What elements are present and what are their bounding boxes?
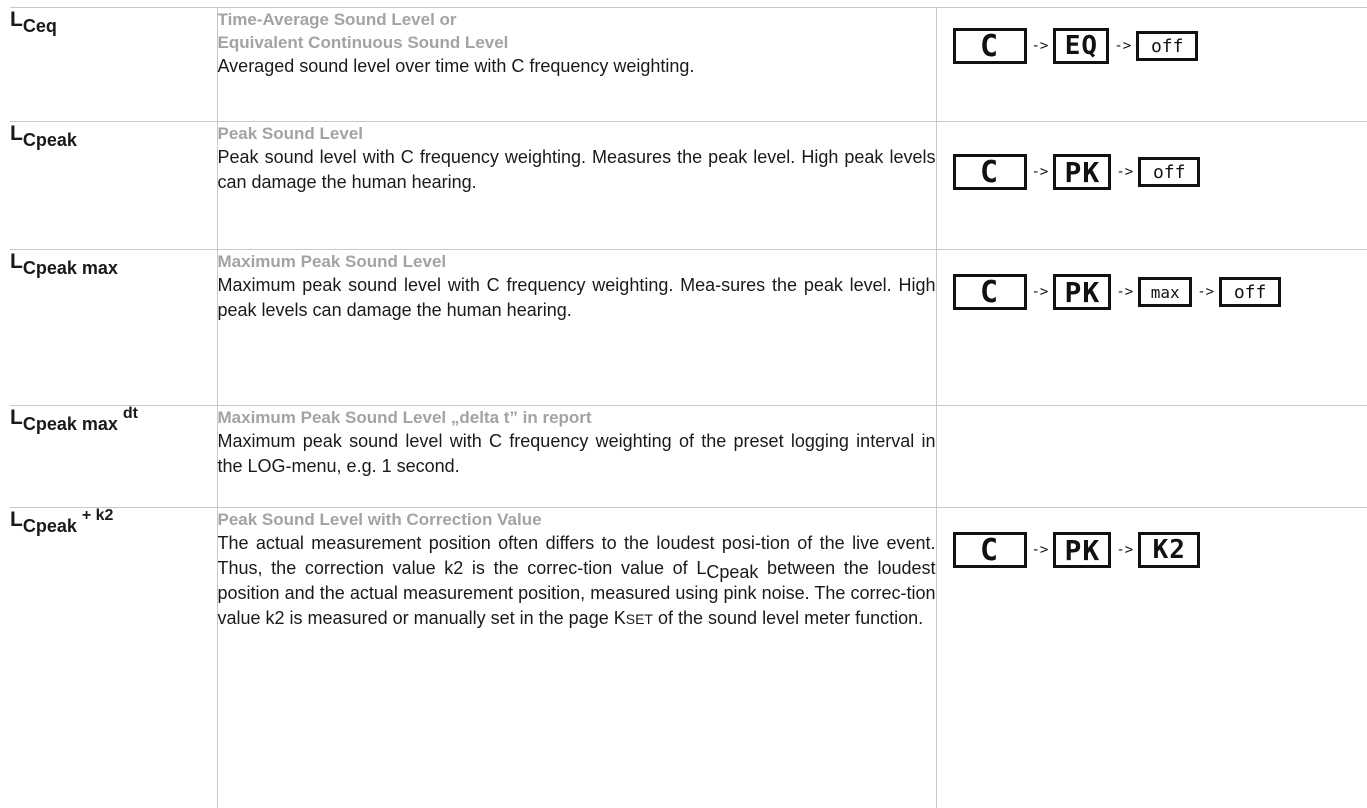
parameter-heading: Maximum Peak Sound Level „delta t” in re…	[218, 406, 936, 429]
parameter-description: Averaged sound level over time with C fr…	[218, 54, 936, 79]
parameter-table: LCeq Time-Average Sound Level or Equival…	[10, 7, 1367, 808]
lcd-display-c: C	[953, 28, 1027, 64]
description-cell: Peak Sound Level Peak sound level with C…	[217, 122, 936, 250]
parameter-heading: Maximum Peak Sound Level	[218, 250, 936, 273]
symbol-subscript: Cpeak max	[23, 258, 118, 278]
symbol-l: L	[10, 508, 23, 531]
table-row: LCpeak max Maximum Peak Sound Level Maxi…	[10, 250, 1367, 406]
display-sequence-cell: C -> PK -> max -> off	[936, 250, 1367, 406]
symbol-cell: LCpeak max	[10, 250, 217, 406]
parameter-heading: Peak Sound Level with Correction Value	[218, 508, 936, 531]
description-cell: Maximum Peak Sound Level „delta t” in re…	[217, 406, 936, 508]
arrow-icon: ->	[1116, 284, 1133, 300]
symbol-subscript: Cpeak	[23, 130, 77, 150]
description-cell: Time-Average Sound Level or Equivalent C…	[217, 8, 936, 122]
display-sequence-cell	[936, 406, 1367, 508]
arrow-icon: ->	[1032, 164, 1049, 180]
table-row: LCeq Time-Average Sound Level or Equival…	[10, 8, 1367, 122]
parameter-description: Maximum peak sound level with C frequenc…	[218, 273, 936, 323]
heading-line: Maximum Peak Sound Level	[218, 250, 936, 273]
parameter-heading: Peak Sound Level	[218, 122, 936, 145]
description-text: of the sound level meter function.	[653, 608, 923, 628]
parameter-description: The actual measurement position often di…	[218, 531, 936, 632]
inline-symbol-subscript: Cpeak	[706, 562, 758, 582]
symbol-l: L	[10, 8, 23, 31]
table-row: LCpeak Peak Sound Level Peak sound level…	[10, 122, 1367, 250]
table-row: LCpeak max dt Maximum Peak Sound Level „d…	[10, 406, 1367, 508]
symbol-cell: LCpeak	[10, 122, 217, 250]
heading-line: Time-Average Sound Level or	[218, 8, 936, 31]
symbol-cell: LCeq	[10, 8, 217, 122]
lcd-display-c: C	[953, 274, 1027, 310]
parameter-heading: Time-Average Sound Level or Equivalent C…	[218, 8, 936, 54]
inline-symbol-l: L	[696, 558, 706, 578]
description-cell: Maximum Peak Sound Level Maximum peak so…	[217, 250, 936, 406]
heading-line: Equivalent Continuous Sound Level	[218, 31, 936, 54]
display-sequence: C -> EQ -> off	[937, 8, 1367, 66]
parameter-description: Maximum peak sound level with C frequenc…	[218, 429, 936, 479]
symbol-l: L	[10, 406, 23, 429]
symbol-subscript: Cpeak	[23, 516, 77, 536]
arrow-icon: ->	[1032, 38, 1049, 54]
display-sequence: C -> PK -> off	[937, 122, 1367, 192]
arrow-icon: ->	[1116, 164, 1133, 180]
symbol-l: L	[10, 122, 23, 145]
lcd-display-off: off	[1136, 31, 1198, 61]
parameter-description: Peak sound level with C frequency weight…	[218, 145, 936, 195]
symbol-superscript: dt	[123, 405, 138, 422]
kset-k: K	[614, 608, 626, 628]
lcd-display-pk: PK	[1053, 274, 1111, 310]
symbol-l: L	[10, 250, 23, 273]
display-sequence-cell: C -> PK -> K2	[936, 508, 1367, 808]
arrow-icon: ->	[1114, 38, 1131, 54]
table-row: LCpeak+ k2 Peak Sound Level with Correct…	[10, 508, 1367, 808]
arrow-icon: ->	[1116, 542, 1133, 558]
display-sequence-cell: C -> EQ -> off	[936, 8, 1367, 122]
lcd-display-eq: EQ	[1053, 28, 1109, 64]
lcd-display-max: max	[1138, 277, 1192, 307]
lcd-display-c: C	[953, 532, 1027, 568]
lcd-display-c: C	[953, 154, 1027, 190]
heading-line: Maximum Peak Sound Level „delta t” in re…	[218, 406, 936, 429]
lcd-display-off: off	[1219, 277, 1281, 307]
lcd-display-k2: K2	[1138, 532, 1200, 568]
lcd-display-pk: PK	[1053, 154, 1111, 190]
kset-rest: SET	[626, 611, 653, 627]
symbol-subscript: Cpeak max	[23, 414, 118, 434]
arrow-icon: ->	[1197, 284, 1214, 300]
arrow-icon: ->	[1032, 542, 1049, 558]
symbol-subscript: Ceq	[23, 16, 57, 36]
display-sequence-cell: C -> PK -> off	[936, 122, 1367, 250]
symbol-cell: LCpeak max dt	[10, 406, 217, 508]
symbol-superscript: + k2	[82, 507, 114, 524]
lcd-display-off: off	[1138, 157, 1200, 187]
description-cell: Peak Sound Level with Correction Value T…	[217, 508, 936, 808]
lcd-display-pk: PK	[1053, 532, 1111, 568]
display-sequence: C -> PK -> K2	[937, 508, 1367, 570]
arrow-icon: ->	[1032, 284, 1049, 300]
display-sequence: C -> PK -> max -> off	[937, 250, 1367, 312]
symbol-cell: LCpeak + k2	[10, 508, 217, 808]
heading-line: Peak Sound Level	[218, 122, 936, 145]
heading-line: Peak Sound Level with Correction Value	[218, 508, 936, 531]
